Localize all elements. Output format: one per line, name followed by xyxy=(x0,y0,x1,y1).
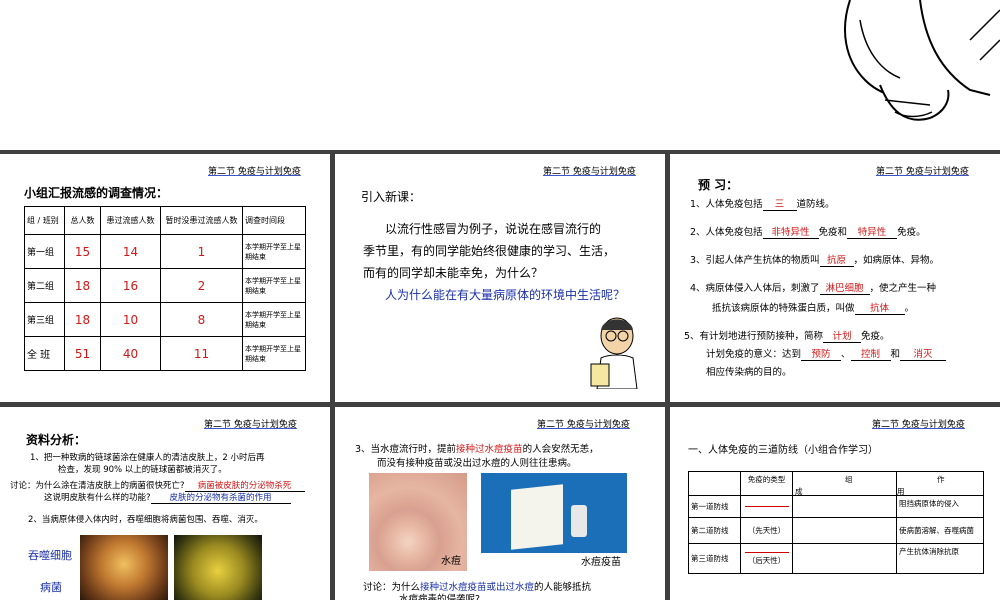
defense-table: 免疫的类型 组 成 作 用 第一道防线 阻挡病原体的侵入 第二道防线 （先天性）… xyxy=(688,471,984,574)
phagocyte-image xyxy=(80,535,168,600)
col-header: 免疫的类型 xyxy=(740,471,793,496)
preview-item-6: 计划免疫的意义：达到 预防、控制和消灭 xyxy=(706,346,947,361)
slide-header: 第二节 免疫与计划免疫 xyxy=(208,167,301,177)
slide-header: 第二节 免疫与计划免疫 xyxy=(204,420,297,430)
cell-group: 全 班 xyxy=(24,336,65,371)
cell-group: 第二组 xyxy=(24,268,65,303)
preview-item-7: 相应传染病的目的。 xyxy=(706,367,792,378)
slide-chickenpox[interactable]: 第二节 免疫与计划免疫 3、当水痘流行时，提前接种过水痘疫苗的人会安然无恙， 而… xyxy=(335,407,665,600)
table-row: 全 班 51 40 11 本学期开学至上星期结束 xyxy=(24,336,306,371)
discussion-2: 这说明皮肤有什么样的功能? 皮肤的分泌物有杀菌的作用 xyxy=(44,491,291,504)
cell-period: 本学期开学至上星期结束 xyxy=(242,336,306,371)
table-row: 第三组 18 10 8 本学期开学至上星期结束 xyxy=(24,302,306,337)
cell-total: 18 xyxy=(64,268,101,303)
cell-total: 18 xyxy=(64,302,101,337)
slide-title: 资料分析： xyxy=(26,433,87,447)
bacteria-image xyxy=(174,535,262,600)
table-row: 第一组 15 14 1 本学期开学至上星期结束 xyxy=(24,234,306,269)
cell-sick: 40 xyxy=(100,336,161,371)
teacher-icon xyxy=(590,317,638,389)
slide-title: 一、人体免疫的三道防线（小组合作学习） xyxy=(688,445,878,456)
analysis-text: 2、当病原体侵入体内时，吞噬细胞将病菌包围、吞噬、消灭。 xyxy=(28,515,263,525)
slide-title: 引入新课： xyxy=(361,190,422,204)
top-slide-strip xyxy=(0,0,1000,150)
cell-total: 51 xyxy=(64,336,101,371)
cell-healthy: 11 xyxy=(160,336,243,371)
survey-table: 组 / 班别 总人数 患过流感人数 暂时没患过流感人数 调查时间段 第一组 15… xyxy=(24,206,306,371)
chickenpox-image-label: 水痘 xyxy=(441,556,461,567)
preview-item-4: 4、病原体侵入人体后，刺激了 淋巴细胞 ，使之产生一种 xyxy=(690,280,936,295)
vaccine-image-label: 水痘疫苗 xyxy=(581,557,621,568)
slide-title: 预 习： xyxy=(698,178,739,192)
slide-header: 第二节 免疫与计划免疫 xyxy=(543,167,636,177)
preview-item-1: 1、人体免疫包括三道防线。 xyxy=(690,196,835,211)
cell-healthy: 1 xyxy=(160,234,243,269)
slide-title: 小组汇报流感的调查情况： xyxy=(24,186,169,200)
cell-period: 本学期开学至上星期结束 xyxy=(242,268,306,303)
analysis-text: 1、把一种致病的链球菌涂在健康人的清洁皮肤上，2 小时后再 xyxy=(30,453,265,463)
col-header: 总人数 xyxy=(64,206,101,235)
slide-preview[interactable]: 第二节 免疫与计划免疫 预 习： 1、人体免疫包括三道防线。 2、人体免疫包括非… xyxy=(670,154,1000,402)
vaccine-image: 水痘疫苗 xyxy=(481,473,627,571)
cell-sick: 14 xyxy=(100,234,161,269)
cell-group: 第三组 xyxy=(24,302,65,337)
cell-period: 本学期开学至上星期结束 xyxy=(242,302,306,337)
teacher-cartoon-illustration xyxy=(844,0,1000,121)
slide-header: 第二节 免疫与计划免疫 xyxy=(872,420,965,430)
preview-item-3: 3、引起人体产生抗体的物质叫 抗原 ，如病原体、异物。 xyxy=(690,252,939,267)
slide-header: 第二节 免疫与计划免疫 xyxy=(537,420,630,430)
chickenpox-text-2: 而没有接种疫苗或没出过水痘的人则往往患病。 xyxy=(377,458,577,469)
table-row: 第三道防线 （后天性） 产生抗体消除抗原 xyxy=(688,543,984,574)
intro-question: 人为什么能在有大量病原体的环境中生活呢？ xyxy=(385,288,626,302)
preview-item-2: 2、人体免疫包括 非特异性 免疫和 特异性 免疫。 xyxy=(690,224,926,239)
cell-healthy: 2 xyxy=(160,268,243,303)
bacteria-label: 病菌 xyxy=(40,581,62,594)
col-header: 患过流感人数 xyxy=(100,206,161,235)
preview-item-4b: 抵抗该病原体的特殊蛋白质，叫做 抗体。 xyxy=(712,300,914,315)
cell-sick: 16 xyxy=(100,268,161,303)
table-row: 第一道防线 阻挡病原体的侵入 xyxy=(688,495,984,518)
slide-data-analysis[interactable]: 第二节 免疫与计划免疫 资料分析： 1、把一种致病的链球菌涂在健康人的清洁皮肤上… xyxy=(0,407,330,600)
col-header: 调查时间段 xyxy=(242,206,306,235)
slide-three-lines-of-defense[interactable]: 第二节 免疫与计划免疫 一、人体免疫的三道防线（小组合作学习） 免疫的类型 组 … xyxy=(670,407,1000,600)
table-row: 第二道防线 （先天性） 使病菌溶解、吞噬病菌 xyxy=(688,517,984,544)
intro-text-line: 以流行性感冒为例子，说说在感冒流行的 xyxy=(385,222,602,236)
analysis-text: 检查，发现 90% 以上的链球菌都被消灭了。 xyxy=(58,465,227,475)
chickenpox-skin-image: 水痘 xyxy=(369,473,467,571)
col-header: 组 / 班别 xyxy=(24,206,65,235)
phagocyte-label: 吞噬细胞 xyxy=(28,549,72,562)
cell-group: 第一组 xyxy=(24,234,65,269)
slide-survey[interactable]: 第二节 免疫与计划免疫 小组汇报流感的调查情况： 组 / 班别 总人数 患过流感… xyxy=(0,154,330,402)
col-header: 作 用 xyxy=(896,471,984,496)
intro-text-line: 而有的同学却未能幸免，为什么？ xyxy=(363,266,544,280)
chickenpox-discussion-2: 水痘病毒的侵袭呢? xyxy=(399,594,481,600)
cell-total: 15 xyxy=(64,234,101,269)
intro-text-line: 季节里，有的同学能始终很健康的学习、生活， xyxy=(363,244,616,258)
table-row: 第二组 18 16 2 本学期开学至上星期结束 xyxy=(24,268,306,303)
col-header: 组 成 xyxy=(792,471,897,496)
preview-item-5: 5、有计划地进行预防接种，简称 计划 免疫。 xyxy=(684,328,890,343)
col-header: 暂时没患过流感人数 xyxy=(160,206,243,235)
slide-header: 第二节 免疫与计划免疫 xyxy=(876,167,969,177)
slide-intro[interactable]: 第二节 免疫与计划免疫 引入新课： 以流行性感冒为例子，说说在感冒流行的 季节里… xyxy=(335,154,665,402)
cell-sick: 10 xyxy=(100,302,161,337)
chickenpox-text-1: 3、当水痘流行时，提前接种过水痘疫苗的人会安然无恙， xyxy=(355,444,599,455)
cell-period: 本学期开学至上星期结束 xyxy=(242,234,306,269)
cell-healthy: 8 xyxy=(160,302,243,337)
